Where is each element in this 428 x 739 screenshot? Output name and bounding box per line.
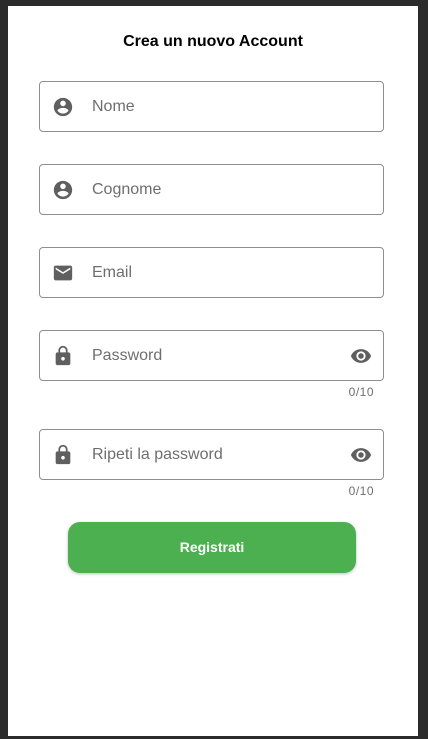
email-field[interactable]: Email (39, 247, 384, 298)
password-field[interactable]: Password (39, 330, 384, 381)
repeat-password-placeholder: Ripeti la password (92, 446, 223, 463)
eye-icon[interactable] (349, 345, 373, 367)
person-icon (52, 96, 74, 118)
lock-icon (52, 345, 74, 367)
mail-icon (52, 262, 74, 284)
lock-icon (52, 444, 74, 466)
eye-icon[interactable] (349, 444, 373, 466)
name-field[interactable]: Nome (39, 81, 384, 132)
surname-placeholder: Cognome (92, 181, 162, 198)
register-button[interactable]: Registrati (68, 522, 356, 573)
surname-field[interactable]: Cognome (39, 164, 384, 215)
register-screen: Crea un nuovo Account Nome Cognome Email… (8, 6, 418, 736)
repeat-password-field[interactable]: Ripeti la password (39, 429, 384, 480)
password-placeholder: Password (92, 347, 163, 364)
repeat-password-counter: 0/10 (348, 484, 374, 498)
page-title: Crea un nuovo Account (123, 33, 303, 50)
person-icon (52, 179, 74, 201)
email-placeholder: Email (92, 264, 133, 281)
password-counter: 0/10 (348, 385, 374, 399)
name-placeholder: Nome (92, 98, 135, 115)
